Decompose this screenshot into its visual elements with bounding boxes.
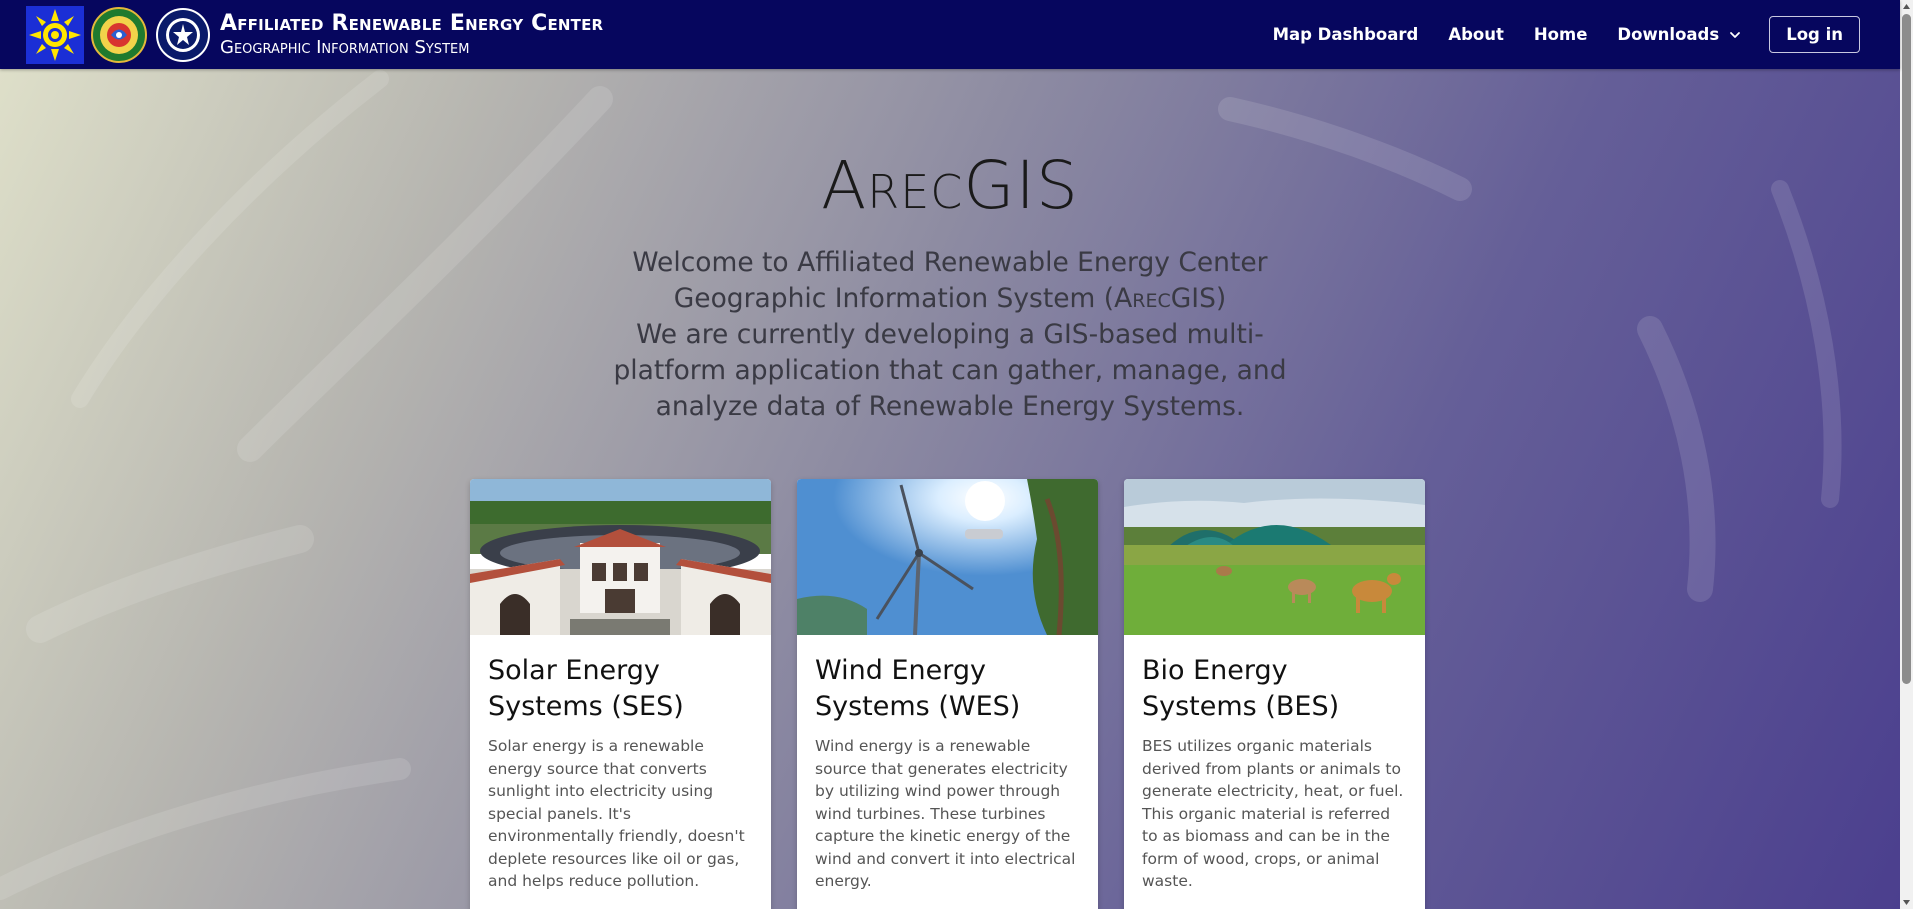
welcome-line-1: Welcome to Affiliated Renewable Energy C… bbox=[632, 247, 1268, 278]
page: Affiliated Renewable Energy Center Geogr… bbox=[0, 0, 1913, 909]
top-navbar: Affiliated Renewable Energy Center Geogr… bbox=[0, 0, 1900, 69]
scroll-up-arrow-icon[interactable] bbox=[1900, 0, 1913, 14]
university-seal-icon[interactable] bbox=[90, 6, 148, 64]
card-wind[interactable]: Wind Energy Systems (WES) Wind energy is… bbox=[797, 479, 1098, 909]
card-bio[interactable]: Bio Energy Systems (BES) BES utilizes or… bbox=[1124, 479, 1425, 909]
nav-home[interactable]: Home bbox=[1534, 25, 1588, 44]
nav-about[interactable]: About bbox=[1448, 25, 1504, 44]
site-subtitle: Geographic Information System bbox=[220, 36, 470, 58]
card-wind-title: Wind Energy Systems (WES) bbox=[815, 655, 1021, 722]
hero-title: ArecGIS bbox=[821, 147, 1079, 224]
card-bio-title: Bio Energy Systems (BES) bbox=[1142, 655, 1340, 722]
solar-facility-image bbox=[470, 479, 771, 635]
welcome-line-2: Geographic Information System (ArecGIS) bbox=[673, 283, 1227, 314]
biogas-farm-image bbox=[1124, 479, 1425, 635]
brand-block: Affiliated Renewable Energy Center Geogr… bbox=[220, 11, 603, 59]
scroll-down-arrow-icon[interactable] bbox=[1900, 895, 1913, 909]
hero-section: ArecGIS Welcome to Affiliated Renewable … bbox=[0, 69, 1900, 909]
card-bio-text: BES utilizes organic materials derived f… bbox=[1142, 737, 1404, 890]
center-seal-icon[interactable] bbox=[154, 6, 212, 64]
hero-description: We are currently developing a GIS-based … bbox=[613, 319, 1287, 422]
page-scrollbar[interactable] bbox=[1900, 0, 1913, 909]
site-title[interactable]: Affiliated Renewable Energy Center bbox=[220, 11, 603, 37]
provincial-seal-icon[interactable] bbox=[26, 5, 84, 64]
nav-downloads-label: Downloads bbox=[1617, 25, 1720, 44]
wind-turbine-image bbox=[797, 479, 1098, 635]
login-button[interactable]: Log in bbox=[1769, 16, 1860, 53]
card-solar-title: Solar Energy Systems (SES) bbox=[488, 655, 684, 722]
nav-map-dashboard[interactable]: Map Dashboard bbox=[1273, 25, 1419, 44]
hero-welcome-text: Welcome to Affiliated Renewable Energy C… bbox=[600, 245, 1300, 425]
card-solar[interactable]: Solar Energy Systems (SES) Solar energy … bbox=[470, 479, 771, 909]
nav-downloads[interactable]: Downloads bbox=[1617, 25, 1741, 44]
nav-menu: Map Dashboard About Home Downloads Log i… bbox=[1243, 0, 1860, 69]
scroll-thumb[interactable] bbox=[1902, 14, 1911, 684]
chevron-down-icon bbox=[1730, 31, 1741, 38]
card-solar-text: Solar energy is a renewable energy sourc… bbox=[488, 737, 745, 890]
card-wind-text: Wind energy is a renewable source that g… bbox=[815, 737, 1076, 890]
energy-cards: Solar Energy Systems (SES) Solar energy … bbox=[470, 479, 1425, 909]
logo-group bbox=[26, 5, 212, 64]
